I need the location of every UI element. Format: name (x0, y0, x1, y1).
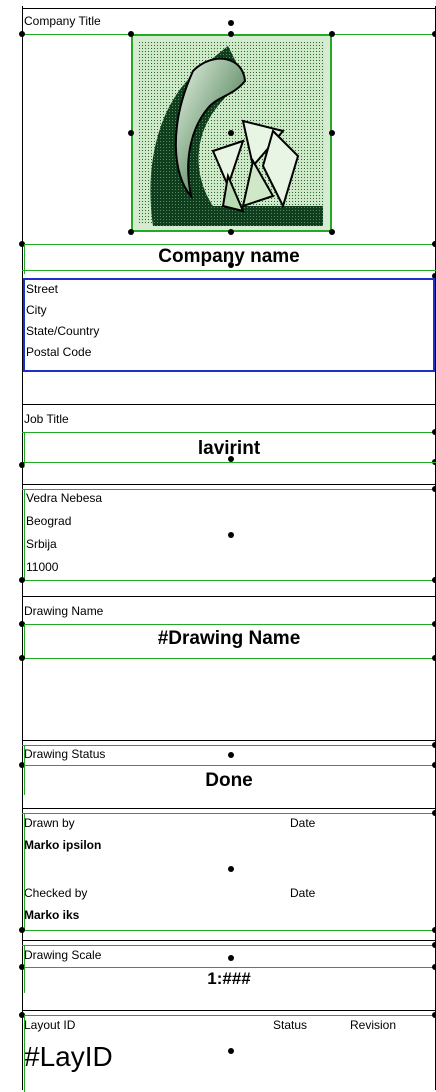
drawing-name-bottom-line (22, 658, 436, 659)
drawing-status-handle-center[interactable] (228, 752, 234, 758)
company-name-handle-center[interactable] (228, 262, 234, 268)
job-value-bottom-line (22, 462, 436, 463)
checked-by-value[interactable]: Marko iks (24, 908, 79, 922)
checked-date-label: Date (290, 886, 316, 900)
scale-handle-center[interactable] (228, 955, 234, 961)
job-address-top-border (22, 484, 436, 485)
company-handle-top-center[interactable] (228, 20, 234, 26)
company-address-street: Street (26, 282, 59, 296)
drawing-name-top-line (22, 624, 436, 625)
drawn-by-label: Drawn by (24, 816, 75, 830)
logo-handle-bottom-mid[interactable] (228, 229, 234, 235)
drawing-status-handle-right-top[interactable] (432, 742, 436, 748)
job-address-left-guide (24, 489, 25, 581)
drawing-name-handle-left-bottom[interactable] (19, 655, 25, 661)
drawing-status-mid-line (22, 765, 436, 766)
company-handle-right[interactable] (432, 31, 436, 37)
drawing-name-top-border (22, 596, 436, 597)
layout-top-line (22, 1015, 436, 1016)
drawing-scale-value[interactable]: 1:### (22, 969, 436, 989)
job-address-line-4: 11000 (26, 560, 59, 574)
scale-handle-right-top[interactable] (432, 942, 436, 948)
company-address-city: City (26, 303, 47, 317)
layout-status-label: Status (273, 1018, 308, 1032)
logo-handle-top-mid[interactable] (228, 31, 234, 37)
job-address-line-1: Vedra Nebesa (26, 491, 103, 505)
company-name-top-line (22, 244, 436, 245)
logo-handle-top-right[interactable] (329, 31, 335, 37)
logo-handle-bottom-left[interactable] (128, 229, 134, 235)
drawn-top-line (22, 813, 436, 814)
drawing-status-top-line (22, 745, 436, 746)
job-address-handle-center[interactable] (228, 532, 234, 538)
company-address-state: State/Country (26, 324, 100, 338)
drawing-status-top-border (22, 740, 436, 741)
drawing-name-handle-right-bottom[interactable] (432, 655, 436, 661)
job-address-bottom-line (22, 580, 436, 581)
layout-handle-center[interactable] (228, 1048, 234, 1054)
job-address-line-3: Srbija (26, 537, 57, 551)
job-address-handle-left-bottom[interactable] (19, 577, 25, 583)
drawn-top-border (22, 808, 436, 809)
drawing-status-left-guide (24, 745, 25, 795)
company-address-postal: Postal Code (26, 345, 92, 359)
logo-handle-mid-left[interactable] (128, 130, 134, 136)
scale-top-line (22, 945, 436, 946)
drawing-name-label: Drawing Name (24, 604, 104, 618)
drawing-name-value[interactable]: #Drawing Name (22, 628, 436, 650)
drawing-scale-label: Drawing Scale (24, 948, 102, 962)
drawn-date-label: Date (290, 816, 316, 830)
job-value-top-line (22, 432, 436, 433)
scale-left-guide (24, 945, 25, 993)
scale-mid-line (22, 967, 436, 968)
layout-id-label: Layout ID (24, 1018, 76, 1032)
drawn-left-guide (24, 813, 25, 931)
drawn-handle-left-bottom[interactable] (19, 927, 25, 933)
drawing-name-handle-right[interactable] (432, 621, 436, 627)
scale-top-border (22, 940, 436, 941)
company-top-border (22, 8, 436, 9)
drawn-handle-center[interactable] (228, 866, 234, 872)
checked-by-label: Checked by (24, 886, 88, 900)
job-title-label: Job Title (24, 412, 69, 426)
job-value-left-guide (24, 432, 25, 466)
layout-top-border (22, 1010, 436, 1011)
job-address-line-2: Beograd (26, 514, 72, 528)
drawing-status-value[interactable]: Done (22, 770, 436, 792)
drawn-by-value[interactable]: Marko ipsilon (24, 838, 101, 852)
company-title-label: Company Title (24, 14, 101, 28)
layout-handle-right-top[interactable] (432, 1012, 436, 1018)
job-address-handle-right[interactable] (432, 486, 436, 492)
drawing-status-label: Drawing Status (24, 747, 106, 761)
company-name-bottom-line (22, 270, 436, 271)
drawing-name-left-guide (24, 624, 25, 658)
layout-left-guide (24, 1015, 25, 1092)
layout-revision-label: Revision (350, 1018, 397, 1032)
layout-id-value[interactable]: #LayID (24, 1040, 113, 1074)
drawn-handle-right-bottom[interactable] (432, 927, 436, 933)
logo-handle-bottom-right[interactable] (329, 229, 335, 235)
drawn-bottom-line (22, 930, 436, 931)
job-handle-right-top[interactable] (432, 429, 436, 435)
drawing-status-handle-right[interactable] (432, 762, 436, 768)
logo-handle-top-left[interactable] (128, 31, 134, 37)
logo-handle-center[interactable] (228, 130, 234, 136)
company-name-left-guide (24, 244, 25, 274)
job-top-border (22, 404, 436, 405)
company-handle-left[interactable] (19, 31, 25, 37)
logo-handle-mid-right[interactable] (329, 130, 335, 136)
drawn-handle-right[interactable] (432, 810, 436, 816)
job-address-handle-right-bottom[interactable] (432, 577, 436, 583)
